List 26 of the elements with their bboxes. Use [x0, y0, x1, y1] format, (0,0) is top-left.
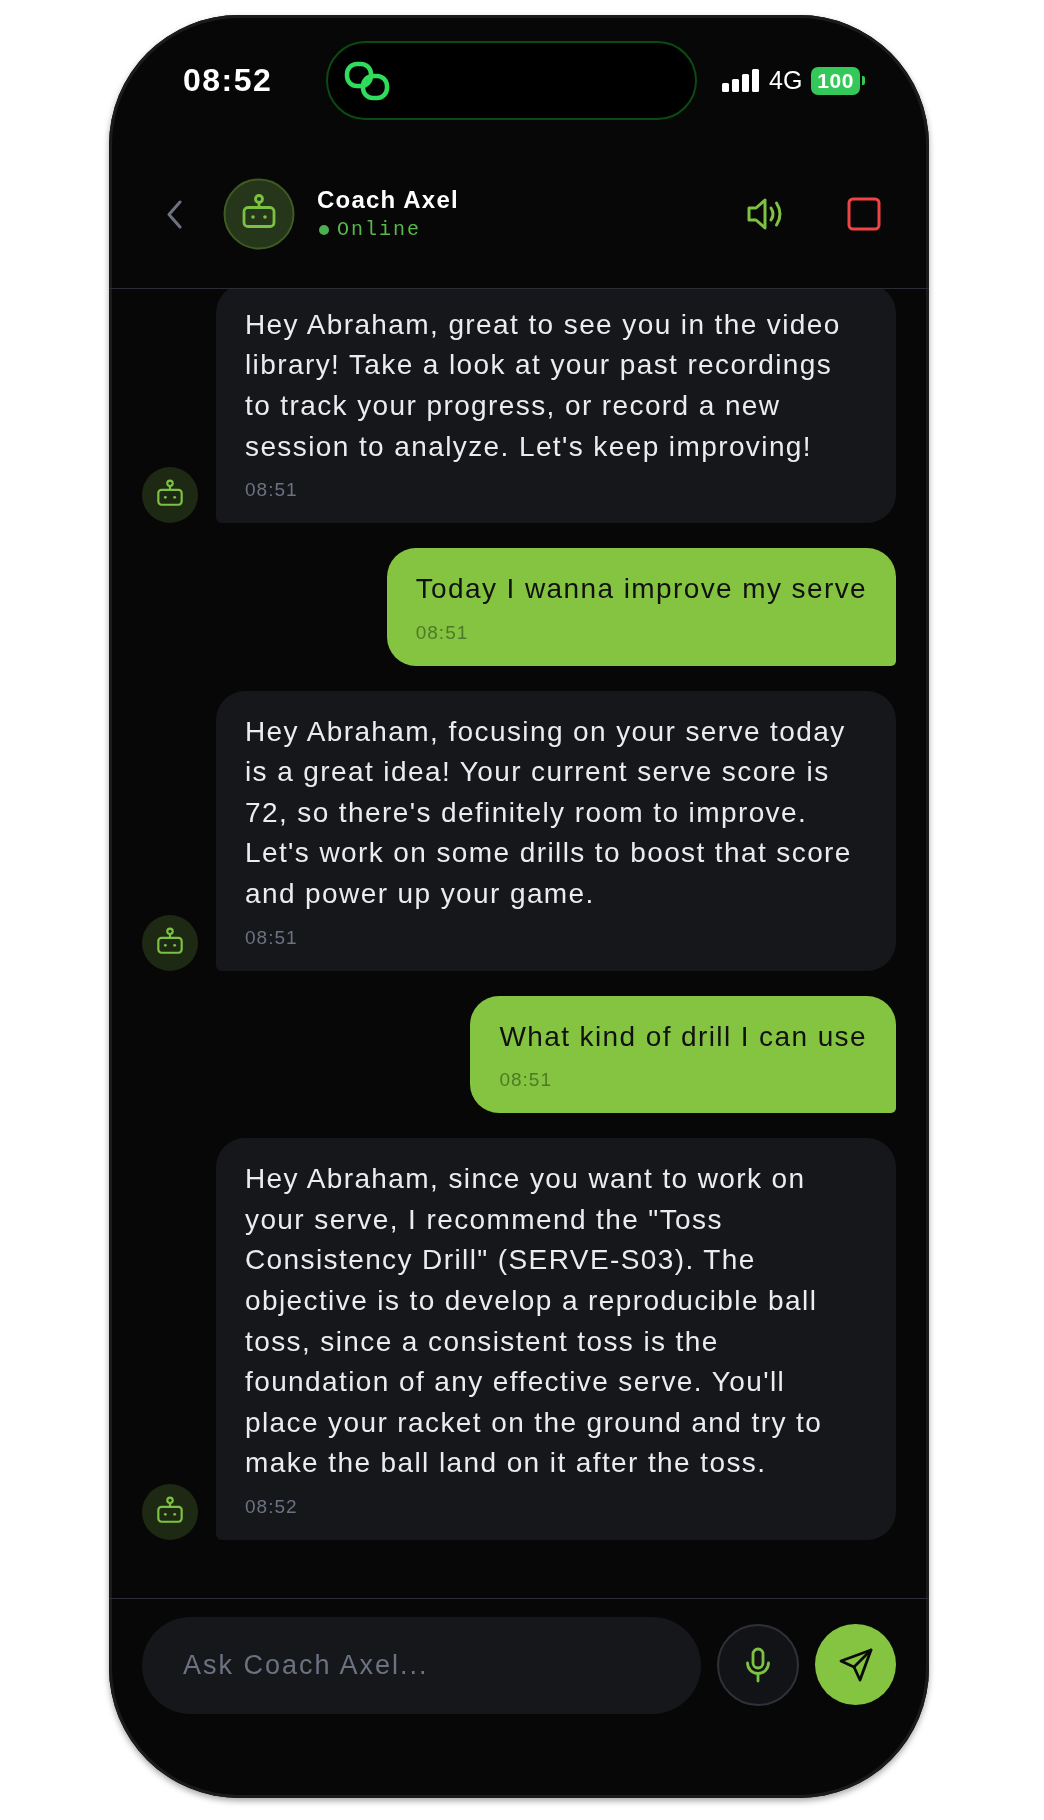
robot-avatar-icon	[142, 467, 198, 524]
message-time: 08:52	[245, 1495, 299, 1519]
contact-name: Coach Axel	[317, 185, 459, 215]
send-icon	[837, 1646, 874, 1683]
link-icon	[344, 60, 390, 101]
microphone-icon	[745, 1647, 771, 1683]
message-text: Hey Abraham, since you want to work on your serve, I recommend the "Toss Consistency Drill" (SERVE-S03). The objective is to develop a reproducible ball toss, since a consistent toss is the foundation of any effective serve. You'll place your racket on the ground and try to make the ball land on it after the toss.	[245, 1162, 824, 1481]
message-text: Hey Abraham, great to see you in the video library! Take a look at your past recordings to track your progress, or record a new session to analyze. Let's keep improving!	[245, 307, 842, 464]
robot-avatar-icon	[142, 1484, 198, 1540]
message-time: 08:51	[499, 1068, 553, 1093]
status-time: 08:52	[183, 61, 274, 100]
message-text: Today I wanna improve my serve	[415, 572, 867, 607]
signal-icon	[722, 69, 760, 92]
message-time: 08:51	[415, 620, 470, 645]
network-label: 4G	[769, 68, 803, 93]
message-text: What kind of drill I can use	[499, 1019, 867, 1054]
message-time: 08:51	[245, 925, 299, 950]
message-text: Hey Abraham, focusing on your serve today is a great idea! Your current serve score is 72, so there's definitely room to improve. Let's work on some drills to boost that score and power up your game.	[245, 714, 853, 912]
back-icon[interactable]	[166, 199, 182, 229]
stop-icon[interactable]	[847, 197, 881, 231]
status-label: Online	[337, 217, 421, 243]
robot-avatar-icon	[223, 178, 295, 250]
message-time: 08:51	[245, 478, 299, 503]
message-input[interactable]: Ask Coach Axel...	[142, 1617, 701, 1714]
robot-avatar-icon	[142, 914, 198, 971]
battery-indicator: 100	[811, 66, 865, 95]
